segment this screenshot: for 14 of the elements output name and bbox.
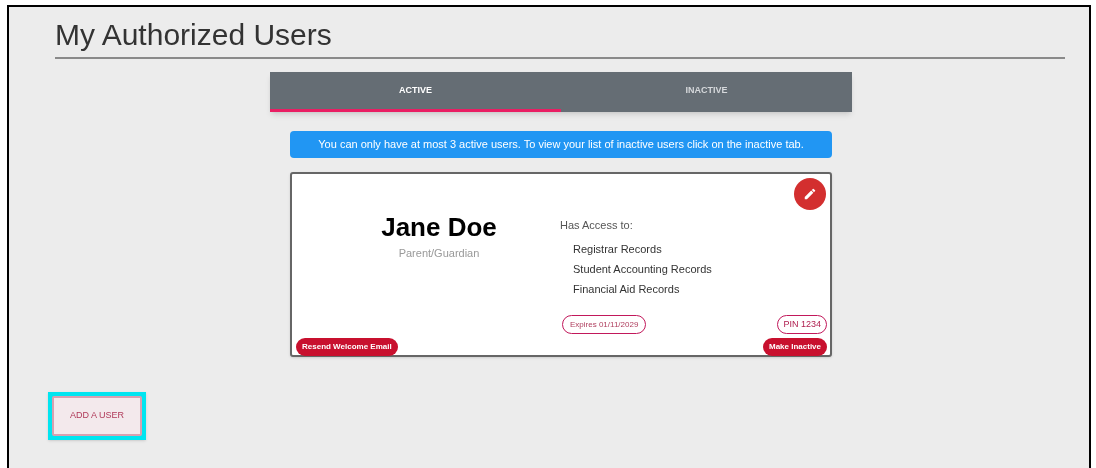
pencil-icon xyxy=(803,187,817,201)
access-heading: Has Access to: xyxy=(560,218,634,233)
access-item: Financial Aid Records xyxy=(573,282,681,296)
tab[interactable]: ACTIVE xyxy=(270,72,561,112)
add-user-button[interactable]: ADD A USER xyxy=(52,396,142,436)
access-item: Student Accounting Records xyxy=(573,262,712,276)
info-text: You can only have at most 3 active users. To view your list of inactive users click on the inactive tab. xyxy=(318,137,804,153)
tab[interactable]: INACTIVE xyxy=(561,72,852,112)
user-name: Jane Doe xyxy=(381,212,497,242)
access-item: Registrar Records xyxy=(573,242,663,256)
edit-button[interactable] xyxy=(794,178,826,210)
resend-email-button[interactable]: Resend Welcome Email xyxy=(296,338,398,356)
page-title: My Authorized Users xyxy=(55,17,332,53)
user-role: Parent/Guardian xyxy=(398,246,480,261)
